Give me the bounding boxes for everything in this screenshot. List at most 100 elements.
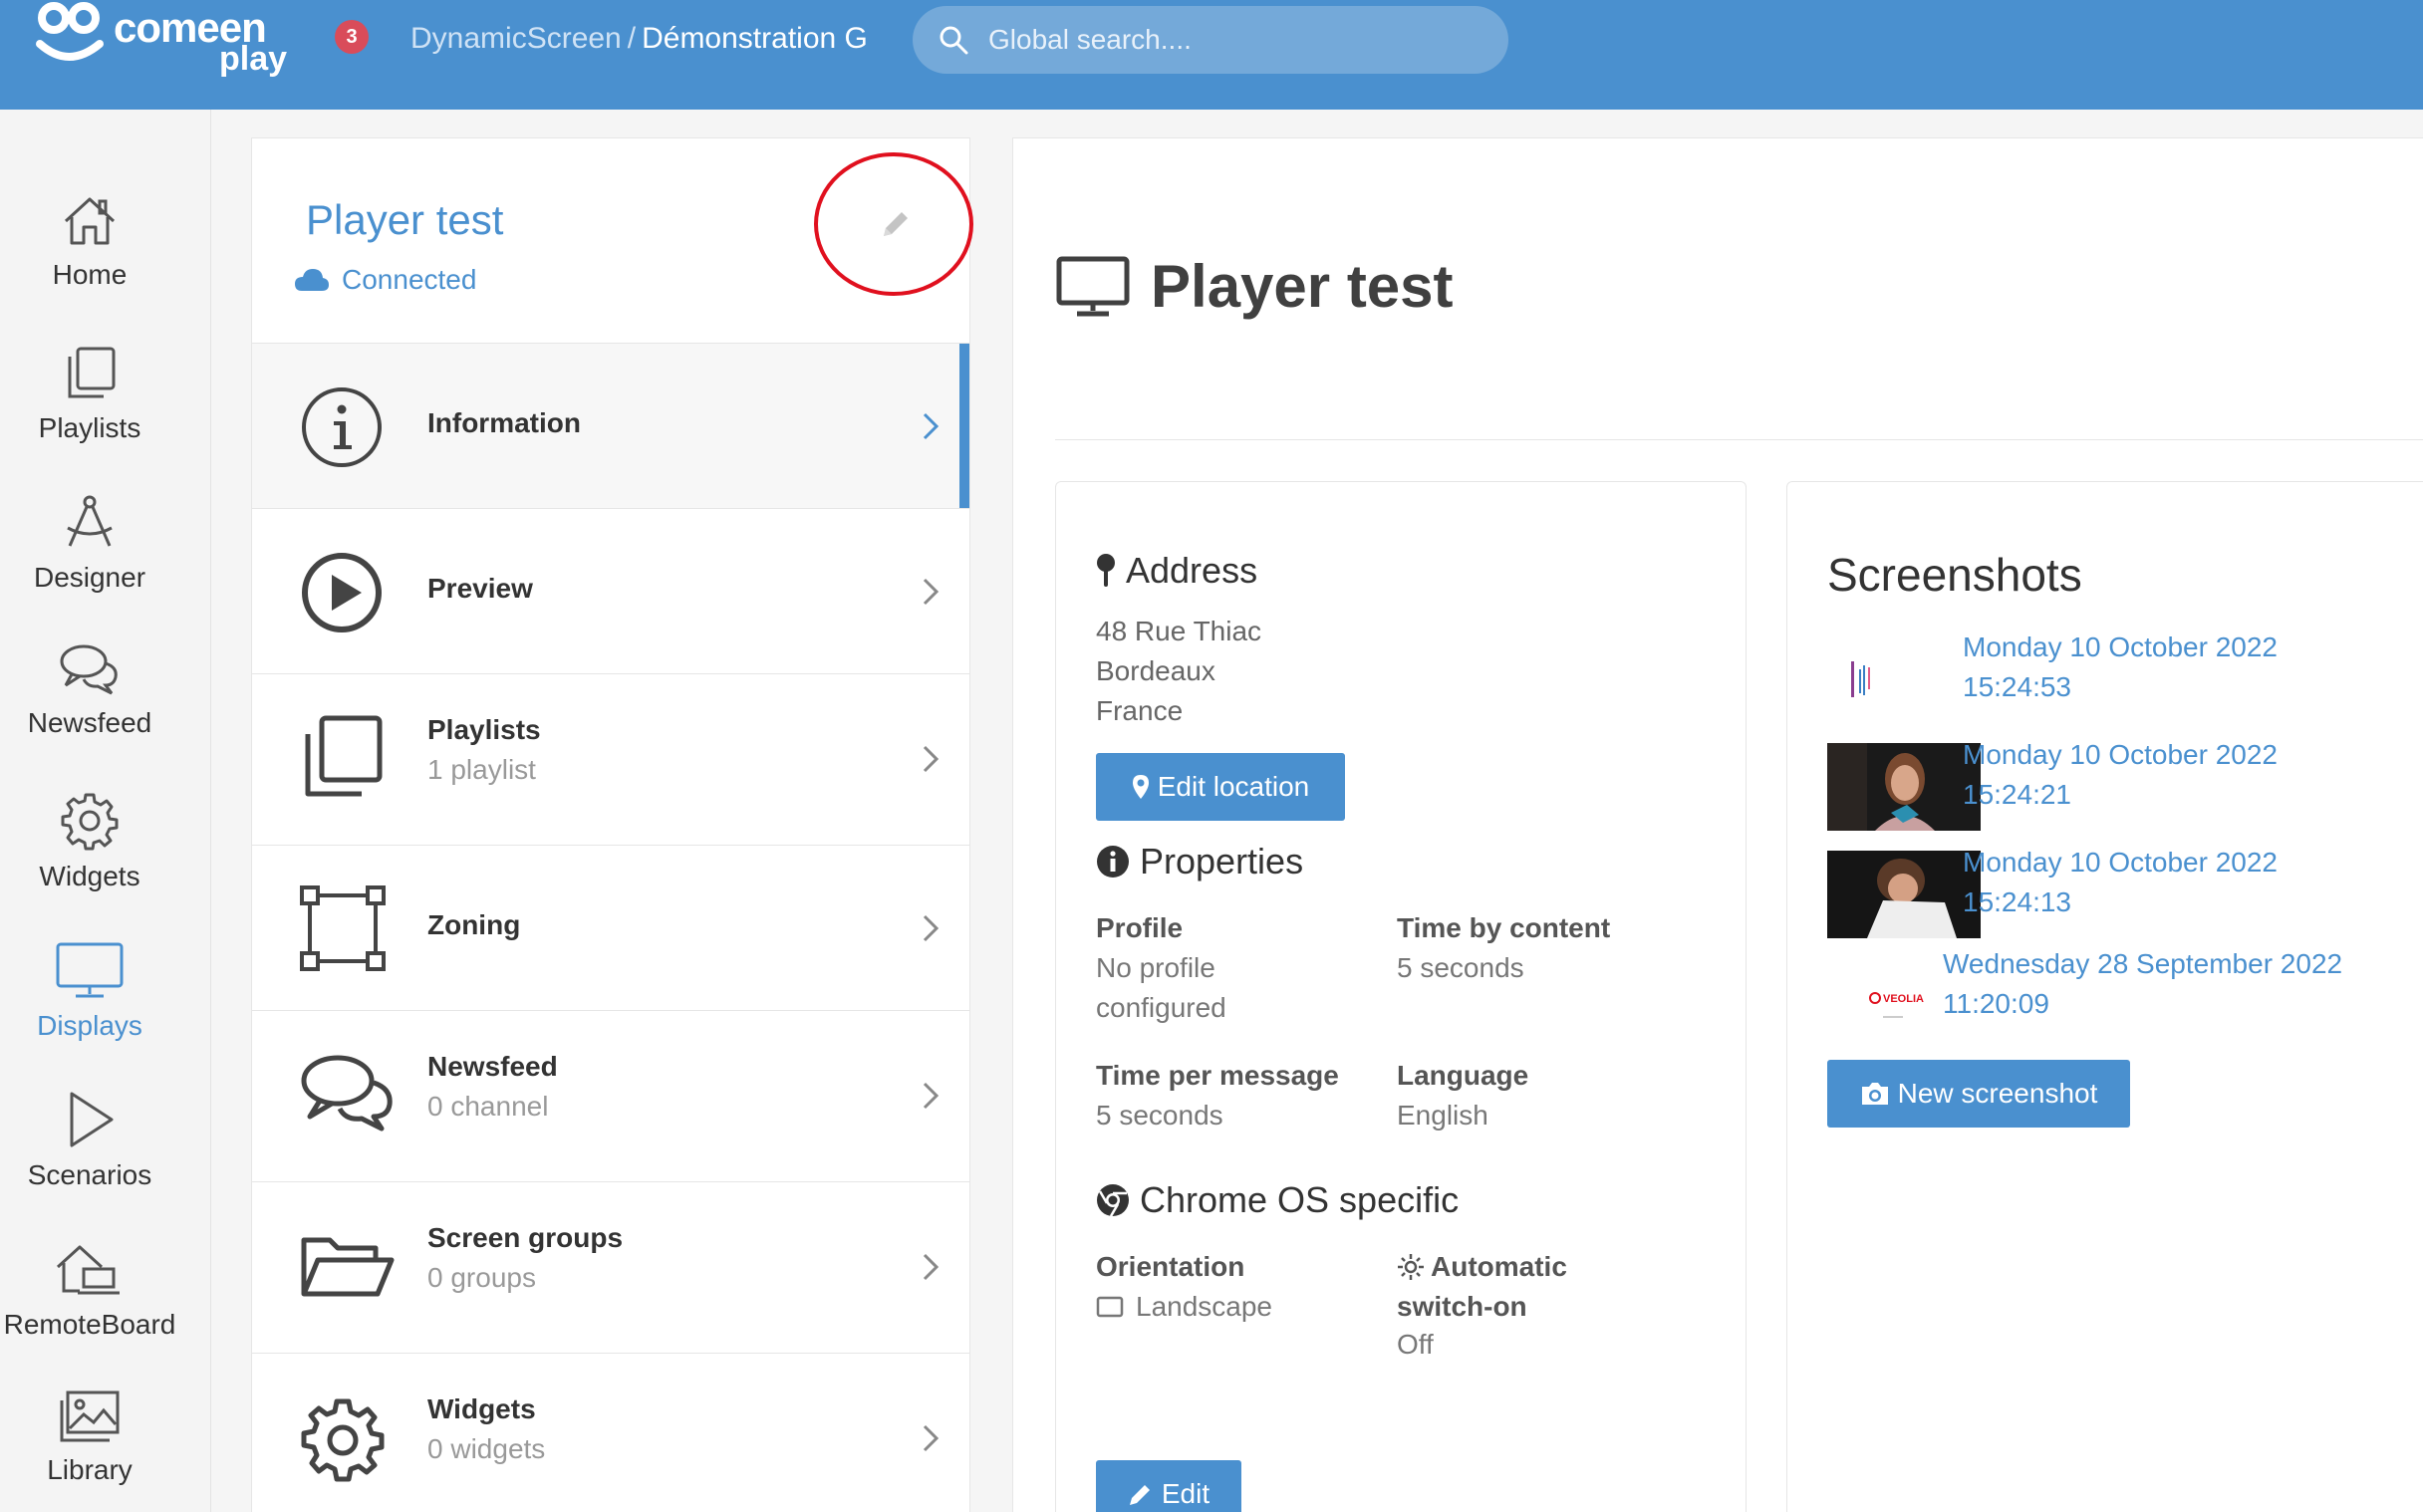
- chevron-right-icon: [923, 914, 940, 942]
- screenshot-date[interactable]: Monday 10 October 2022: [1963, 735, 2278, 775]
- global-search[interactable]: [913, 6, 1508, 74]
- menu-label: Newsfeed: [427, 1051, 558, 1082]
- screenshot-time[interactable]: 15:24:53: [1963, 667, 2071, 707]
- search-icon: [940, 26, 968, 55]
- menu-label: Information: [427, 407, 581, 438]
- menu-item-screen-groups[interactable]: Screen groups 0 groups: [252, 1182, 969, 1354]
- top-bar: comeen play 3 DynamicScreen / Démonstratio…: [0, 0, 2423, 110]
- play-circle-icon: [302, 553, 382, 632]
- screenshot-date[interactable]: Wednesday 28 September 2022: [1943, 944, 2342, 984]
- nav-item-widgets[interactable]: Widgets: [0, 791, 179, 930]
- menu-text: Widgets 0 widgets: [427, 1393, 545, 1465]
- play-icon: [70, 1092, 114, 1147]
- breadcrumb-separator: /: [627, 22, 637, 55]
- menu-item-newsfeed[interactable]: Newsfeed 0 channel: [252, 1011, 969, 1182]
- page-title: Player test: [1055, 252, 1454, 321]
- screenshot-thumbnail[interactable]: [1827, 641, 1981, 729]
- edit-button[interactable]: Edit: [1096, 1460, 1241, 1512]
- chevron-right-icon: [923, 745, 940, 773]
- menu-item-zoning[interactable]: Zoning: [252, 846, 969, 1011]
- menu-sublabel: 1 playlist: [427, 754, 536, 785]
- gear-icon: [301, 1398, 385, 1482]
- menu-item-playlists[interactable]: Playlists 1 playlist: [252, 674, 969, 846]
- screenshot-image: [1827, 743, 1981, 831]
- screenshot-image: [1827, 851, 1981, 938]
- sun-icon: [1398, 1254, 1424, 1280]
- menu-text: Preview: [427, 573, 533, 605]
- screenshot-date[interactable]: Monday 10 October 2022: [1963, 628, 2278, 667]
- nav-item-scenarios[interactable]: Scenarios: [0, 1090, 179, 1229]
- nav-label: Widgets: [39, 861, 140, 891]
- property-value: configured: [1096, 992, 1226, 1023]
- menu-text: Zoning: [427, 909, 520, 941]
- nav-item-displays[interactable]: Displays: [0, 940, 179, 1080]
- screenshots-heading: Screenshots: [1827, 549, 2082, 601]
- menu-text: Screen groups 0 groups: [427, 1222, 623, 1294]
- screenshot-image: [1851, 661, 1870, 697]
- nav-label: Designer: [33, 562, 146, 593]
- menu-text: Playlists 1 playlist: [427, 714, 541, 786]
- notification-badge[interactable]: 3: [335, 20, 369, 54]
- playlists-icon: [305, 715, 383, 797]
- nav-label: Home: [52, 259, 128, 290]
- player-name: Player test: [306, 196, 504, 243]
- breadcrumb-current[interactable]: Démonstration G: [642, 22, 868, 55]
- remoteboard-icon: [56, 1245, 120, 1295]
- property-label: Time by content: [1397, 912, 1611, 943]
- nav-item-remoteboard[interactable]: RemoteBoard: [0, 1239, 179, 1379]
- new-screenshot-button[interactable]: New screenshot: [1827, 1060, 2130, 1128]
- map-marker-icon: [1132, 775, 1149, 799]
- property-value: 5 seconds: [1096, 1100, 1223, 1131]
- chevron-right-icon: [923, 1253, 940, 1281]
- newsfeed-icon: [301, 1055, 393, 1132]
- veolia-logo-icon: VEOLIA: [1869, 992, 1924, 1018]
- screenshot-thumbnail[interactable]: VEOLIA: [1827, 954, 1961, 1042]
- left-nav: Home Playlists Designer Newsfeed Widgets: [0, 110, 211, 1512]
- pencil-icon: [1129, 1485, 1150, 1505]
- library-icon: [60, 1390, 120, 1442]
- screenshot-date[interactable]: Monday 10 October 2022: [1963, 843, 2278, 882]
- search-input[interactable]: [988, 24, 1467, 56]
- property-value: No profile: [1096, 952, 1215, 983]
- camera-icon: [1861, 1083, 1888, 1105]
- player-header: Player test Connected: [252, 138, 973, 344]
- screenshots-card: Screenshots Monday 10 October 2022 15:24…: [1786, 481, 2423, 1512]
- menu-label: Playlists: [427, 714, 541, 745]
- gear-icon: [61, 793, 119, 851]
- breadcrumb-parent[interactable]: DynamicScreen: [410, 22, 622, 55]
- info-icon: [302, 387, 382, 467]
- auto-switch-label-line2: switch-on: [1397, 1291, 1527, 1322]
- nav-item-home[interactable]: Home: [0, 193, 179, 333]
- menu-item-widgets[interactable]: Widgets 0 widgets: [252, 1354, 969, 1512]
- nav-item-playlists[interactable]: Playlists: [0, 343, 179, 482]
- screenshot-time[interactable]: 11:20:09: [1943, 984, 2049, 1024]
- status-text: Connected: [342, 264, 477, 295]
- menu-sublabel: 0 groups: [427, 1262, 536, 1293]
- screenshot-thumbnail[interactable]: [1827, 851, 1981, 938]
- nav-item-newsfeed[interactable]: Newsfeed: [0, 641, 179, 781]
- info-circle-icon: [1097, 846, 1129, 878]
- display-menu-panel: Player test Connected Information Previe…: [251, 137, 973, 1512]
- address-line: France: [1096, 695, 1184, 726]
- screenshot-time[interactable]: 15:24:21: [1963, 775, 2071, 815]
- address-heading: Address: [1096, 550, 1257, 592]
- monitor-icon: [1056, 256, 1130, 316]
- screenshot-thumbnail[interactable]: [1827, 743, 1981, 831]
- nav-label: RemoteBoard: [3, 1309, 176, 1340]
- menu-item-preview[interactable]: Preview: [252, 509, 969, 674]
- menu-item-information[interactable]: Information: [252, 344, 969, 509]
- menu-label: Screen groups: [427, 1222, 624, 1253]
- screenshot-time[interactable]: 15:24:13: [1963, 882, 2071, 922]
- edit-location-button[interactable]: Edit location: [1096, 753, 1345, 821]
- pencil-icon[interactable]: [876, 204, 916, 244]
- cloud-icon: [295, 269, 329, 291]
- pin-icon: [1097, 554, 1115, 587]
- nav-item-library[interactable]: Library: [0, 1388, 179, 1512]
- property-value: 5 seconds: [1397, 952, 1524, 983]
- logo-text-sub: play: [219, 40, 288, 78]
- connection-status: Connected: [294, 264, 476, 296]
- nav-label: Library: [47, 1454, 133, 1485]
- playlists-icon: [68, 347, 116, 398]
- nav-item-designer[interactable]: Designer: [0, 492, 179, 631]
- monitor-icon: [56, 942, 124, 998]
